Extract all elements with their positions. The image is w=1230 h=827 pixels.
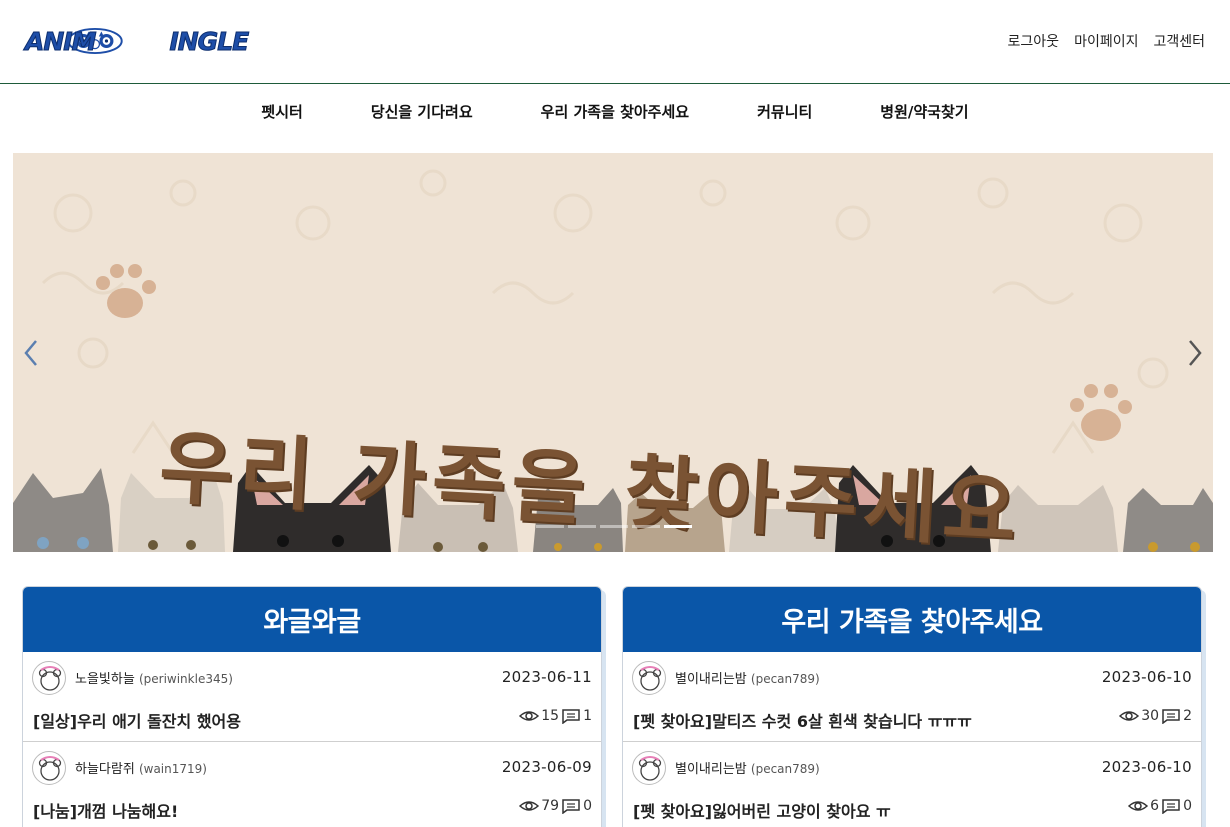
profile-icon (638, 666, 662, 691)
avatar (32, 751, 66, 785)
logo-mascot-icon (97, 20, 161, 62)
comment-icon (562, 709, 580, 724)
view-count: 15 (541, 708, 560, 724)
top-links: 로그아웃 마이페이지 고객센터 (1008, 31, 1205, 51)
post-item[interactable]: 하늘다람쥐 (wain1719) 2023-06-09 [나눔]개껌 나눔해요!… (23, 742, 601, 827)
post-date: 2023-06-10 (1101, 758, 1192, 776)
mypage-link[interactable]: 마이페이지 (1074, 31, 1138, 51)
author-name: 별이내리는밤 (675, 672, 747, 687)
post-item[interactable]: 별이내리는밤 (pecan789) 2023-06-10 [펫 찾아요]말티즈 … (623, 652, 1201, 742)
post-author: 노을빛하늘 (periwinkle345) (75, 668, 233, 687)
banner-dot[interactable] (568, 525, 596, 528)
banner-dot[interactable] (632, 525, 660, 528)
logout-link[interactable]: 로그아웃 (1008, 31, 1060, 51)
eye-icon (1119, 711, 1140, 721)
view-count: 79 (541, 798, 560, 814)
site-logo[interactable]: ANIM INGLE (24, 20, 250, 62)
post-stats: 15 1 (519, 708, 592, 724)
site-header: ANIM INGLE 로그아웃 마이페이지 고객센터 (0, 0, 1230, 84)
view-count: 30 (1141, 708, 1160, 724)
comment-icon (1162, 709, 1180, 724)
hero-banner: 우리 가족을 찾아주세요 (13, 153, 1213, 552)
chevron-right-icon (1189, 340, 1202, 366)
avatar (32, 661, 66, 695)
post-stats: 30 2 (1119, 708, 1192, 724)
avatar (632, 661, 666, 695)
author-id: (periwinkle345) (138, 672, 233, 686)
author-name: 하늘다람쥐 (75, 762, 135, 777)
post-title[interactable]: [일상]우리 애기 돌잔치 했어용 (33, 708, 241, 732)
card-title[interactable]: 와글와글 (23, 587, 601, 652)
author-id: (wain1719) (138, 762, 207, 776)
post-item[interactable]: 노을빛하늘 (periwinkle345) 2023-06-11 [일상]우리 … (23, 652, 601, 742)
eye-icon (1128, 801, 1149, 811)
card-title[interactable]: 우리 가족을 찾아주세요 (623, 587, 1201, 652)
comment-count: 0 (583, 798, 592, 814)
post-stats: 79 0 (519, 798, 592, 814)
post-author: 별이내리는밤 (pecan789) (675, 758, 820, 777)
post-author: 별이내리는밤 (pecan789) (675, 668, 820, 687)
profile-icon (38, 756, 62, 781)
banner-next-arrow[interactable] (1180, 336, 1210, 370)
avatar (632, 751, 666, 785)
comment-icon (1162, 799, 1180, 814)
comment-icon (562, 799, 580, 814)
comment-count: 1 (583, 708, 592, 724)
nav-item-pet-sitter[interactable]: 펫시터 (227, 101, 336, 122)
nav-item-hospital-pharmacy[interactable]: 병원/약국찾기 (846, 101, 1002, 122)
banner-dot[interactable] (600, 525, 628, 528)
author-name: 노을빛하늘 (75, 672, 135, 687)
customer-center-link[interactable]: 고객센터 (1153, 31, 1205, 51)
author-id: (pecan789) (750, 672, 820, 686)
post-stats: 6 0 (1128, 798, 1192, 814)
nav-item-waiting-for-you[interactable]: 당신을 기다려요 (337, 101, 507, 122)
banner-pagination (536, 525, 692, 528)
comment-count: 0 (1183, 798, 1192, 814)
find-family-card: 우리 가족을 찾아주세요 별이내리는밤 (pecan789) 2023-06-1… (622, 586, 1202, 827)
profile-icon (38, 666, 62, 691)
post-date: 2023-06-09 (501, 758, 592, 776)
post-title[interactable]: [펫 찾아요]말티즈 수컷 6살 흰색 찾습니다 ㅠㅠㅠ (633, 708, 972, 732)
banner-dot[interactable] (536, 525, 564, 528)
comment-count: 2 (1183, 708, 1192, 724)
profile-icon (638, 756, 662, 781)
nav-item-community[interactable]: 커뮤니티 (723, 101, 846, 122)
nav-item-find-our-family[interactable]: 우리 가족을 찾아주세요 (507, 101, 723, 122)
logo-text-right: INGLE (169, 26, 250, 56)
chevron-left-icon (24, 340, 37, 366)
author-name: 별이내리는밤 (675, 762, 747, 777)
post-date: 2023-06-10 (1101, 668, 1192, 686)
eye-icon (519, 711, 540, 721)
post-date: 2023-06-11 (501, 668, 592, 686)
banner-dot-active[interactable] (664, 525, 692, 528)
main-nav: 펫시터 당신을 기다려요 우리 가족을 찾아주세요 커뮤니티 병원/약국찾기 (0, 85, 1230, 137)
community-card: 와글와글 노을빛하늘 (periwinkle345) 2023-06-11 [일… (22, 586, 602, 827)
banner-prev-arrow[interactable] (16, 336, 46, 370)
author-id: (pecan789) (750, 762, 820, 776)
logo-text-left: ANIM (24, 26, 96, 56)
post-title[interactable]: [나눔]개껌 나눔해요! (33, 798, 178, 822)
post-title[interactable]: [펫 찾아요]잃어버린 고양이 찾아요 ㅠ (633, 798, 891, 822)
post-item[interactable]: 별이내리는밤 (pecan789) 2023-06-10 [펫 찾아요]잃어버린… (623, 742, 1201, 827)
view-count: 6 (1150, 798, 1160, 814)
eye-icon (519, 801, 540, 811)
post-author: 하늘다람쥐 (wain1719) (75, 758, 207, 777)
